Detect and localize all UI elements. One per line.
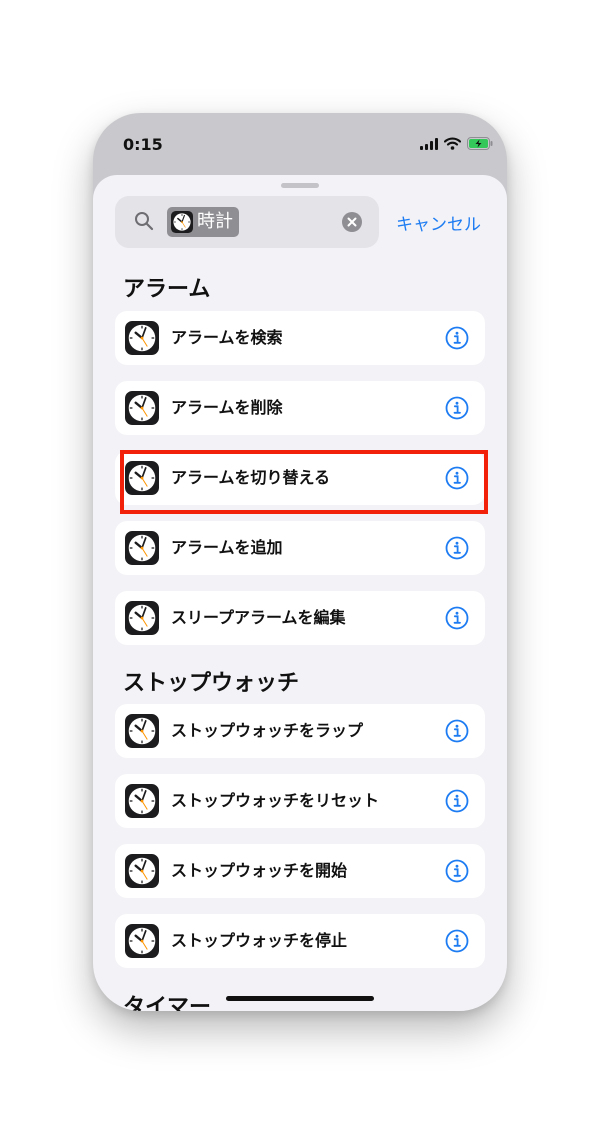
clear-search-button[interactable] <box>342 212 362 232</box>
home-indicator[interactable] <box>226 996 374 1001</box>
cancel-button[interactable]: キャンセル <box>396 210 481 235</box>
action-row-stopwatch-stop[interactable]: ストップウォッチを停止 <box>115 914 485 968</box>
action-label: アラームを検索 <box>171 328 283 347</box>
clock-app-icon <box>125 531 159 565</box>
clock-app-icon <box>125 321 159 355</box>
battery-charging-icon <box>467 137 493 150</box>
info-icon[interactable] <box>445 789 469 813</box>
clock-app-icon <box>125 601 159 635</box>
clock-app-icon <box>171 211 193 233</box>
action-label: ストップウォッチをラップ <box>171 721 364 740</box>
action-label: スリープアラームを編集 <box>171 608 346 627</box>
info-icon[interactable] <box>445 396 469 420</box>
action-row-stopwatch-lap[interactable]: ストップウォッチをラップ <box>115 704 485 758</box>
clock-app-icon <box>125 924 159 958</box>
sheet-grabber[interactable] <box>281 183 319 188</box>
section-title-timer: タイマー <box>123 995 212 1011</box>
search-token[interactable]: 時計 <box>167 207 239 237</box>
info-icon[interactable] <box>445 606 469 630</box>
section-title-alarm: アラーム <box>123 277 211 302</box>
info-icon[interactable] <box>445 326 469 350</box>
phone-frame: 0:15 時計 キャンセル アラーム アラームを検索 アラームを削除 アラームを… <box>93 113 507 1011</box>
clock-app-icon <box>125 784 159 818</box>
action-label: ストップウォッチをリセット <box>171 791 380 810</box>
clock-app-icon <box>125 714 159 748</box>
clear-icon <box>347 217 357 227</box>
section-title-stopwatch: ストップウォッチ <box>123 671 300 696</box>
action-label: ストップウォッチを停止 <box>171 931 348 950</box>
search-field[interactable]: 時計 <box>115 196 379 248</box>
info-icon[interactable] <box>445 859 469 883</box>
info-icon[interactable] <box>445 536 469 560</box>
action-row-alarm-search[interactable]: アラームを検索 <box>115 311 485 365</box>
action-label: アラームを追加 <box>171 538 283 557</box>
action-row-alarm-delete[interactable]: アラームを削除 <box>115 381 485 435</box>
info-icon[interactable] <box>445 929 469 953</box>
action-row-stopwatch-reset[interactable]: ストップウォッチをリセット <box>115 774 485 828</box>
action-label: ストップウォッチを開始 <box>171 861 348 880</box>
cellular-signal-icon <box>420 137 438 150</box>
action-row-alarm-toggle[interactable]: アラームを切り替える <box>115 451 485 505</box>
status-bar: 0:15 <box>93 113 507 173</box>
clock-app-icon <box>125 461 159 495</box>
clock-app-icon <box>125 854 159 888</box>
status-time: 0:15 <box>123 135 163 154</box>
shortcut-action-sheet: 時計 キャンセル アラーム アラームを検索 アラームを削除 アラームを切り替える… <box>93 175 507 1011</box>
search-token-label: 時計 <box>197 211 233 232</box>
status-icons <box>420 137 493 150</box>
info-icon[interactable] <box>445 466 469 490</box>
info-icon[interactable] <box>445 719 469 743</box>
action-label: アラームを切り替える <box>171 468 331 487</box>
clock-app-icon <box>125 391 159 425</box>
search-icon <box>135 212 154 231</box>
action-row-alarm-add[interactable]: アラームを追加 <box>115 521 485 575</box>
action-row-sleep-alarm-edit[interactable]: スリープアラームを編集 <box>115 591 485 645</box>
action-row-stopwatch-start[interactable]: ストップウォッチを開始 <box>115 844 485 898</box>
wifi-icon <box>444 137 461 150</box>
action-label: アラームを削除 <box>171 398 283 417</box>
